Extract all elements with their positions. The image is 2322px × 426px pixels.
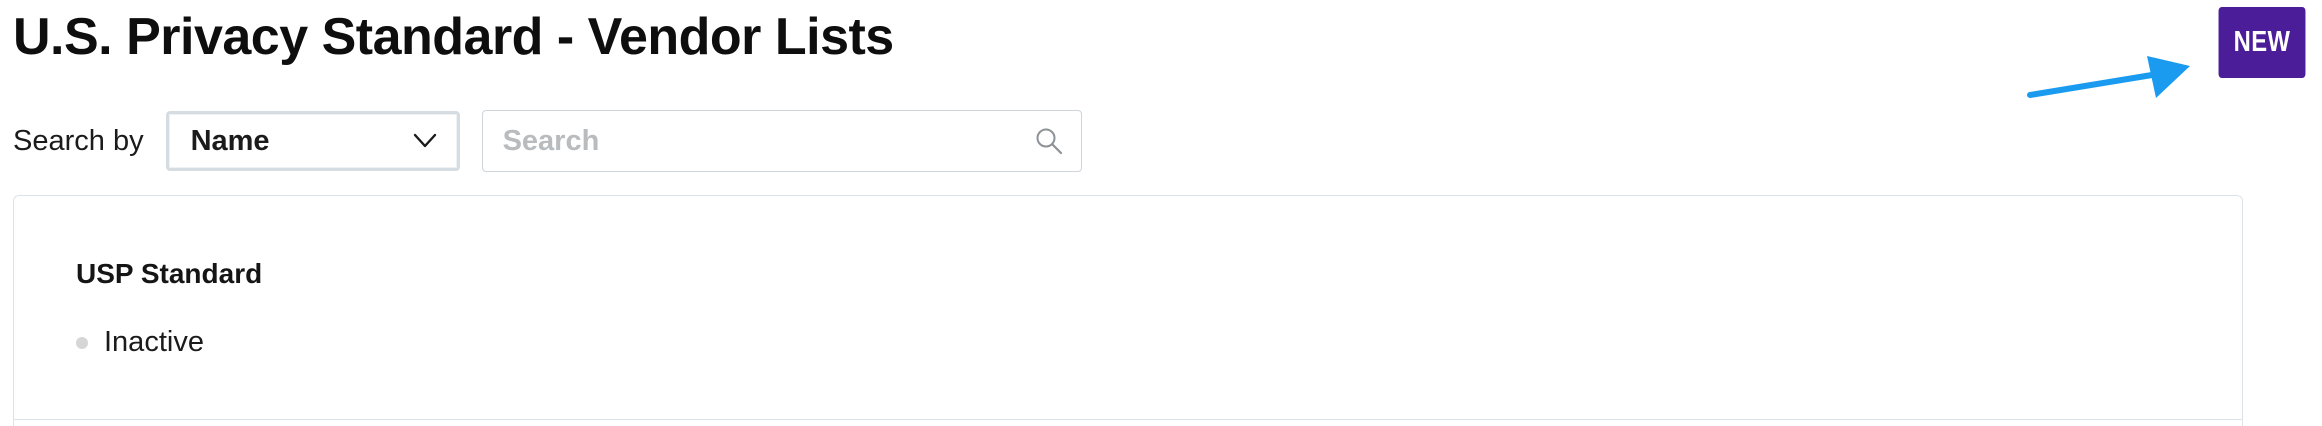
status-dot-icon	[76, 336, 88, 349]
vendor-lists-page: U.S. Privacy Standard - Vendor Lists NEW…	[0, 0, 2322, 426]
search-bar: Search by Name	[13, 108, 1082, 174]
search-box	[481, 110, 1082, 172]
new-button[interactable]: NEW	[2218, 7, 2306, 78]
status-text: Inactive	[104, 326, 204, 358]
arrow-icon	[2027, 56, 2190, 98]
search-by-label: Search by	[13, 124, 144, 157]
search-field-value: Name	[190, 124, 270, 157]
search-input[interactable]	[502, 124, 1035, 158]
vendor-list-name: USP Standard	[76, 258, 263, 289]
search-field-select[interactable]: Name	[165, 111, 460, 171]
list-item[interactable]: USP Standard Inactive	[14, 196, 2242, 420]
status-badge: Inactive	[76, 326, 204, 359]
chevron-down-icon	[413, 133, 436, 148]
vendor-list-panel: USP Standard Inactive	[13, 195, 2243, 426]
search-icon[interactable]	[1035, 127, 1063, 155]
page-title: U.S. Privacy Standard - Vendor Lists	[13, 8, 894, 66]
